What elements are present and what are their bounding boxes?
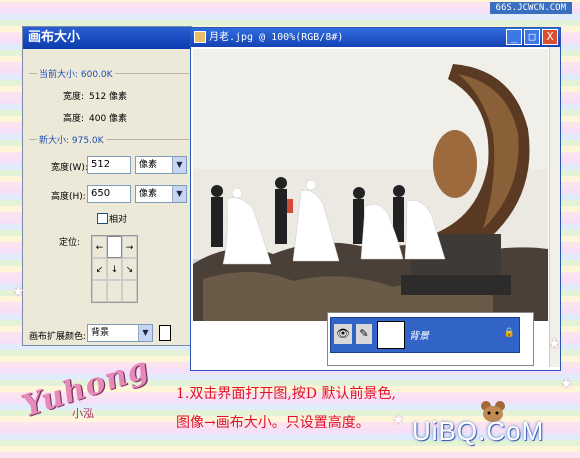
width-unit-select[interactable]: 像素 ▼ [135,156,187,174]
brush-icon[interactable]: ✎ [356,324,372,344]
relative-label: 相对 [109,215,128,225]
width-unit-value: 像素 [139,160,158,170]
new-width-label: 宽度(W): [51,163,88,173]
dialog-title: 画布大小 [23,27,191,49]
layer-row-background[interactable]: 👁 ✎ 背景 🔒 [330,317,520,353]
extension-color-value: 背景 [91,328,110,338]
current-width-value: 512 像素 [89,92,128,102]
layer-name: 背景 [409,331,429,342]
vertical-scrollbar[interactable] [549,47,560,367]
caption-line-2: 图像→画布大小。只设置高度。 [176,415,370,431]
watermark: 66S.JCWCN.COM [489,2,572,14]
current-size-group: 当前大小: 600.0K [29,67,189,134]
current-size-label: 当前大小: 600.0K [37,67,115,80]
lock-icon: 🔒 [503,328,515,338]
extension-color-label: 画布扩展颜色: [29,332,87,342]
minimize-button[interactable]: _ [506,29,522,45]
anchor-arrow-left-icon[interactable]: ← [92,236,107,258]
maximize-button[interactable]: □ [524,29,540,45]
star-icon: ★ [392,412,405,428]
height-input[interactable]: 650 [87,185,131,203]
chevron-down-icon: ▼ [172,157,186,173]
star-icon: ★ [548,336,561,352]
height-unit-value: 像素 [139,189,158,199]
anchor-arrow-down-icon[interactable]: ↓ [107,258,122,280]
chevron-down-icon: ▼ [172,186,186,202]
anchor-arrow-down-left-icon[interactable]: ↙ [92,258,107,280]
extension-color-select[interactable]: 背景 ▼ [87,324,153,342]
app-icon [194,31,206,43]
chevron-down-icon: ▼ [138,325,152,341]
canvas-size-dialog: 画布大小 当前大小: 600.0K 宽度: 512 像素 高度: 400 像素 … [22,26,192,346]
anchor-arrow-right-icon[interactable]: → [122,236,137,258]
anchor-arrow-down-right-icon[interactable]: ↘ [122,258,137,280]
color-swatch[interactable] [159,325,171,341]
layer-thumbnail [377,321,405,349]
anchor-label: 定位: [59,238,81,248]
star-icon: ★ [560,376,573,392]
caption-line-1: 1.双击界面打开图,按D 默认前景色, [176,386,396,402]
new-size-label: 新大小: 975.0K [37,133,106,146]
current-height-label: 高度: [63,114,85,124]
anchor-cell-bottom[interactable] [107,280,122,302]
image-window-titlebar[interactable]: 月老.jpg @ 100%(RGB/8#) _ □ X [191,28,560,47]
anchor-grid[interactable]: ← → ↙ ↓ ↘ [91,235,138,303]
wedding-photo [193,49,548,321]
site-logo: UiBQ.CoM [412,416,545,446]
logo-subtext: 小泓 [72,407,94,420]
new-height-label: 高度(H): [51,192,86,202]
anchor-cell-bottom-left[interactable] [92,280,107,302]
image-window-title: 月老.jpg @ 100%(RGB/8#) [209,32,344,43]
anchor-center-cell[interactable] [107,236,122,258]
layers-panel: 👁 ✎ 背景 🔒 [327,312,534,366]
relative-checkbox[interactable] [97,213,108,224]
anchor-cell-bottom-right[interactable] [122,280,137,302]
eye-icon[interactable]: 👁 [334,324,352,344]
current-width-label: 宽度: [63,92,85,102]
height-unit-select[interactable]: 像素 ▼ [135,185,187,203]
star-icon: ★ [12,284,25,300]
width-input[interactable]: 512 [87,156,131,174]
current-height-value: 400 像素 [89,114,128,124]
close-button[interactable]: X [542,29,558,45]
